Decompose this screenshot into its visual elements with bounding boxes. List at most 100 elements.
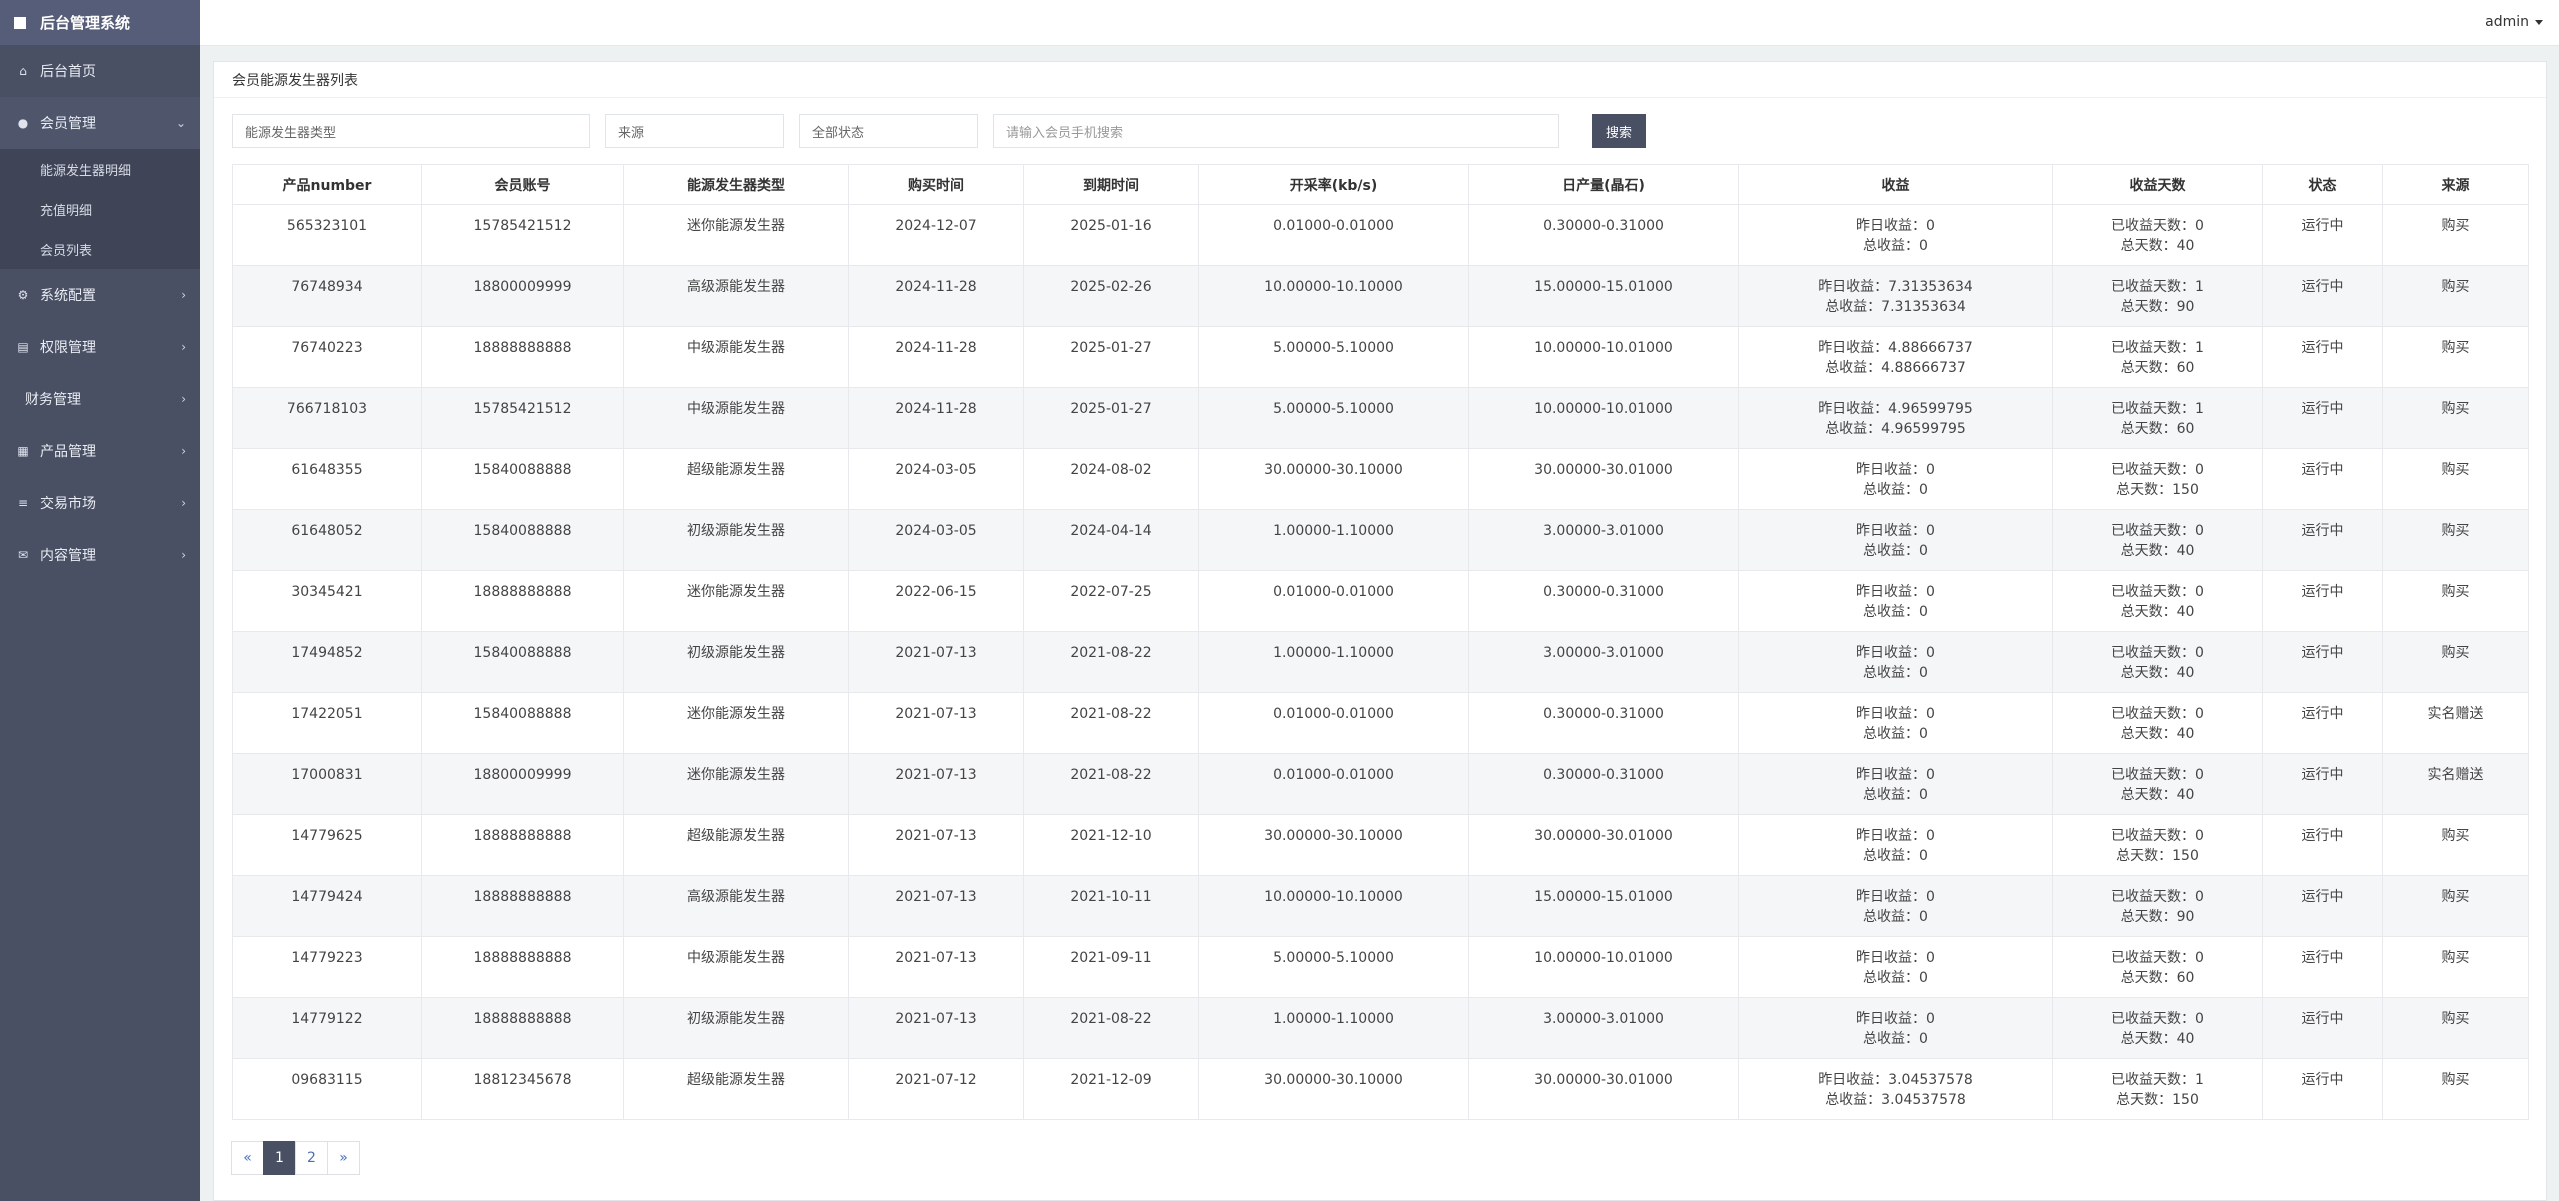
cell-generator-type: 迷你能源发生器 (623, 570, 849, 632)
cell-status: 运行中 (2262, 936, 2383, 998)
sidebar-item-system-config[interactable]: ⚙ 系统配置 › (0, 269, 200, 321)
yesterday-earnings: 昨日收益：0 (1856, 950, 1935, 966)
cell-mining-rate: 0.01000-0.01000 (1198, 692, 1469, 754)
sidebar-subitem-recharge-details[interactable]: 充值明细 (0, 189, 200, 229)
chevron-right-icon: › (181, 340, 186, 354)
sidebar-item-market[interactable]: ≡ 交易市场 › (0, 477, 200, 529)
cell-daily-output: 30.00000-30.01000 (1468, 448, 1739, 510)
table-row: 17422051 15840088888 迷你能源发生器 2021-07-13 2021… (232, 692, 2529, 754)
earned-days: 已收益天数：1 (2111, 279, 2204, 295)
earned-days: 已收益天数：0 (2111, 218, 2204, 234)
sidebar-item-label: 权限管理 (40, 340, 96, 356)
yesterday-earnings: 昨日收益：0 (1856, 584, 1935, 600)
cell-product-number: 14779625 (232, 814, 422, 876)
cell-mining-rate: 10.00000-10.10000 (1198, 265, 1469, 327)
search-button[interactable]: 搜索 (1592, 114, 1646, 148)
total-days: 总天数：60 (2120, 970, 2195, 986)
table-row: 76748934 18800009999 高级源能发生器 2024-11-28 2025… (232, 265, 2529, 327)
earned-days: 已收益天数：0 (2111, 767, 2204, 783)
cell-source: 购买 (2382, 814, 2529, 876)
cell-earning-days: 已收益天数：0 总天数：40 (2052, 204, 2263, 266)
sidebar-item-products[interactable]: ▦ 产品管理 › (0, 425, 200, 477)
status-select[interactable]: 全部状态 (799, 114, 978, 148)
cell-mining-rate: 1.00000-1.10000 (1198, 997, 1469, 1059)
source-select[interactable]: 来源 (605, 114, 784, 148)
cell-generator-type: 高级源能发生器 (623, 265, 849, 327)
cell-purchase-time: 2021-07-12 (848, 1058, 1024, 1120)
cell-earning-days: 已收益天数：1 总天数：150 (2052, 1058, 2263, 1120)
cell-mining-rate: 0.01000-0.01000 (1198, 204, 1469, 266)
chevron-right-icon: › (181, 288, 186, 302)
cell-product-number: 14779424 (232, 875, 422, 937)
cell-earnings: 昨日收益：0 总收益：0 (1738, 692, 2053, 754)
cell-member-account: 18812345678 (421, 1058, 624, 1120)
table-row: 14779223 18888888888 中级源能发生器 2021-07-13 2021… (232, 936, 2529, 998)
phone-search-input[interactable]: 请输入会员手机搜索 (993, 114, 1559, 148)
cell-generator-type: 初级源能发生器 (623, 631, 849, 693)
cell-daily-output: 0.30000-0.31000 (1468, 204, 1739, 266)
user-menu[interactable]: admin (2485, 14, 2543, 30)
sidebar-subitem-member-list[interactable]: 会员列表 (0, 229, 200, 269)
cell-status: 运行中 (2262, 753, 2383, 815)
cell-generator-type: 初级源能发生器 (623, 509, 849, 571)
table-row: 17000831 18800009999 迷你能源发生器 2021-07-13 2021… (232, 753, 2529, 815)
pagination-next[interactable]: » (327, 1141, 360, 1175)
home-icon: ⌂ (19, 64, 27, 78)
total-earnings: 总收益：0 (1863, 726, 1928, 742)
cell-member-account: 15785421512 (421, 204, 624, 266)
pagination-page-1[interactable]: 1 (263, 1141, 296, 1175)
cell-purchase-time: 2024-11-28 (848, 326, 1024, 388)
cell-generator-type: 初级源能发生器 (623, 997, 849, 1059)
cell-status: 运行中 (2262, 448, 2383, 510)
yesterday-earnings: 昨日收益：4.88666737 (1818, 340, 1973, 356)
table-row: 61648052 15840088888 初级源能发生器 2024-03-05 2024… (232, 509, 2529, 571)
sidebar-item-label: 内容管理 (40, 548, 96, 564)
total-earnings: 总收益：0 (1863, 1031, 1928, 1047)
pagination-prev[interactable]: « (231, 1141, 264, 1175)
cell-mining-rate: 30.00000-30.10000 (1198, 1058, 1469, 1120)
sidebar-item-finance[interactable]: 财务管理 › (0, 373, 200, 425)
table-row: 565323101 15785421512 迷你能源发生器 2024-12-07 202… (232, 204, 2529, 266)
cell-purchase-time: 2021-07-13 (848, 936, 1024, 998)
cell-expire-time: 2021-09-11 (1023, 936, 1199, 998)
yesterday-earnings: 昨日收益：7.31353634 (1818, 279, 1973, 295)
cell-expire-time: 2025-01-27 (1023, 387, 1199, 449)
table-body: 565323101 15785421512 迷你能源发生器 2024-12-07 202… (232, 204, 2529, 1120)
sidebar-item-permissions[interactable]: ▤ 权限管理 › (0, 321, 200, 373)
table-row: 17494852 15840088888 初级源能发生器 2021-07-13 2021… (232, 631, 2529, 693)
chevron-right-icon: › (181, 496, 186, 510)
cell-expire-time: 2021-08-22 (1023, 997, 1199, 1059)
sidebar-item-content[interactable]: ✉ 内容管理 › (0, 529, 200, 581)
cell-status: 运行中 (2262, 509, 2383, 571)
col-header-generator-type: 能源发生器类型 (623, 164, 849, 205)
generator-type-select[interactable]: 能源发生器类型 (232, 114, 590, 148)
sidebar-subitem-label: 会员列表 (40, 243, 93, 259)
cell-member-account: 15840088888 (421, 509, 624, 571)
pagination-page-2[interactable]: 2 (295, 1141, 328, 1175)
yesterday-earnings: 昨日收益：3.04537578 (1818, 1072, 1973, 1088)
app-brand[interactable]: 后台管理系统 (0, 0, 200, 45)
total-days: 总天数：40 (2120, 787, 2195, 803)
cell-expire-time: 2021-08-22 (1023, 753, 1199, 815)
cell-daily-output: 15.00000-15.01000 (1468, 875, 1739, 937)
table-header-row: 产品number 会员账号 能源发生器类型 购买时间 到期时间 开采率(kb/s… (232, 164, 2529, 205)
cell-daily-output: 0.30000-0.31000 (1468, 692, 1739, 754)
total-earnings: 总收益：7.31353634 (1825, 299, 1966, 315)
pagination: « 1 2 » (231, 1141, 360, 1175)
cell-purchase-time: 2024-11-28 (848, 387, 1024, 449)
sidebar-item-home[interactable]: ⌂ 后台首页 (0, 45, 200, 97)
col-header-daily-output: 日产量(晶石) (1468, 164, 1739, 205)
chevron-right-icon: › (181, 392, 186, 406)
sidebar-subitem-generator-details[interactable]: 能源发生器明细 (0, 149, 200, 189)
total-earnings: 总收益：0 (1863, 787, 1928, 803)
cell-source: 购买 (2382, 936, 2529, 998)
cogs-icon: ⚙ (17, 288, 29, 302)
sidebar-item-members[interactable]: ● 会员管理 ⌄ (0, 97, 200, 149)
yesterday-earnings: 昨日收益：0 (1856, 462, 1935, 478)
cell-daily-output: 3.00000-3.01000 (1468, 631, 1739, 693)
chevron-down-icon: ⌄ (175, 116, 186, 130)
cell-product-number: 61648355 (232, 448, 422, 510)
cell-purchase-time: 2024-12-07 (848, 204, 1024, 266)
total-earnings: 总收益：4.96599795 (1825, 421, 1966, 437)
cell-source: 购买 (2382, 570, 2529, 632)
